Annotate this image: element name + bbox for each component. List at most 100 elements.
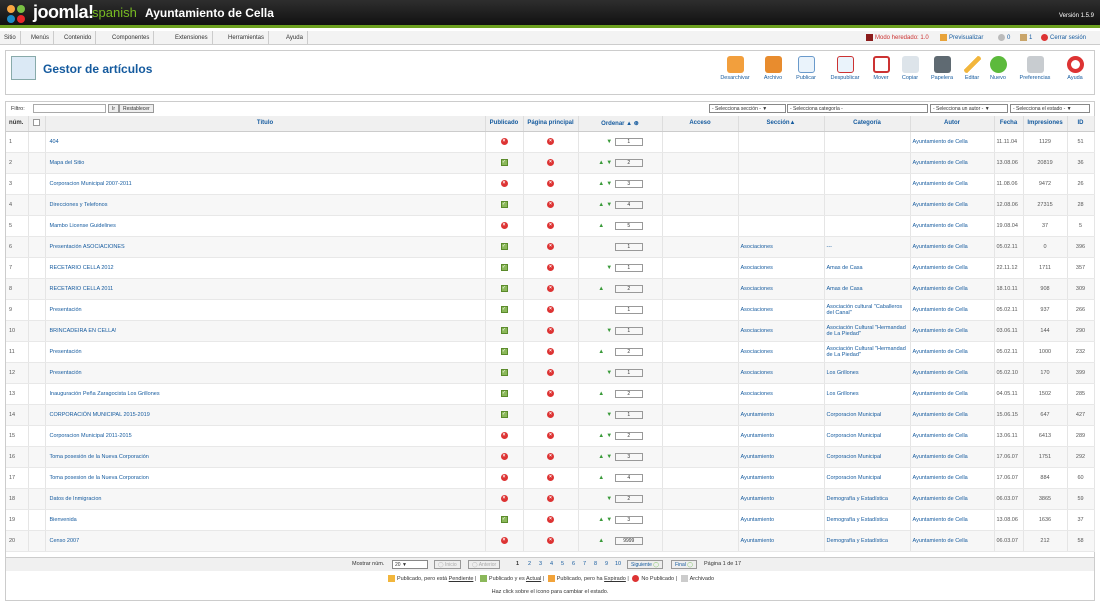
not-frontpage-icon[interactable]: ×: [547, 453, 554, 460]
col-title[interactable]: Título: [45, 116, 486, 132]
row-checkbox[interactable]: [28, 530, 46, 552]
access-cell[interactable]: [662, 278, 739, 300]
unpublished-icon[interactable]: ×: [500, 474, 508, 481]
frontpage-toggle[interactable]: ×: [523, 257, 579, 279]
order-input[interactable]: 2: [614, 431, 643, 440]
end-button[interactable]: Final ◯: [671, 560, 697, 569]
order-input[interactable]: 2: [614, 158, 643, 167]
row-checkbox[interactable]: [28, 278, 46, 300]
page-7[interactable]: 7: [583, 561, 586, 567]
published-toggle[interactable]: ✓: [485, 509, 524, 531]
section-link[interactable]: [738, 152, 825, 174]
menu-ayuda[interactable]: Ayuda: [282, 31, 308, 45]
frontpage-toggle[interactable]: ×: [523, 278, 579, 300]
author-link[interactable]: Ayuntamiento de Cella: [910, 530, 995, 552]
frontpage-toggle[interactable]: ×: [523, 467, 579, 489]
frontpage-toggle[interactable]: ×: [523, 215, 579, 237]
row-checkbox[interactable]: [28, 257, 46, 279]
published-toggle[interactable]: ✓: [485, 299, 524, 321]
access-cell[interactable]: [662, 194, 739, 216]
published-icon[interactable]: ✓: [500, 243, 508, 250]
article-title-link[interactable]: 404: [45, 131, 486, 153]
published-toggle[interactable]: ×: [485, 446, 524, 468]
row-checkbox[interactable]: [28, 404, 46, 426]
section-link[interactable]: [738, 194, 825, 216]
article-title-link[interactable]: CORPORACIÓN MUNICIPAL 2015-2019: [45, 404, 486, 426]
row-checkbox[interactable]: [28, 362, 46, 384]
not-frontpage-icon[interactable]: ×: [547, 474, 554, 481]
new-button[interactable]: Nuevo: [987, 56, 1009, 90]
article-title-link[interactable]: Presentación: [45, 362, 486, 384]
section-link[interactable]: Ayuntamiento: [738, 404, 825, 426]
edit-button[interactable]: Editar: [961, 56, 983, 90]
not-frontpage-icon[interactable]: ×: [547, 306, 554, 313]
category-link[interactable]: [824, 131, 911, 153]
published-icon[interactable]: ✓: [500, 348, 508, 355]
author-link[interactable]: Ayuntamiento de Cella: [910, 341, 995, 363]
section-link[interactable]: Asociaciones: [738, 341, 825, 363]
order-down-icon[interactable]: ▼: [605, 496, 613, 502]
published-icon[interactable]: ✓: [500, 369, 508, 376]
row-checkbox[interactable]: [28, 152, 46, 174]
category-link[interactable]: Demografía y Estadística: [824, 509, 911, 531]
legacy-mode[interactable]: Modo heredado: 1.0: [866, 31, 929, 45]
archive-button[interactable]: Archivo: [760, 56, 786, 90]
not-frontpage-icon[interactable]: ×: [547, 390, 554, 397]
access-cell[interactable]: [662, 446, 739, 468]
section-link[interactable]: Ayuntamiento: [738, 509, 825, 531]
row-checkbox[interactable]: [28, 341, 46, 363]
published-toggle[interactable]: ✓: [485, 404, 524, 426]
frontpage-toggle[interactable]: ×: [523, 362, 579, 384]
frontpage-toggle[interactable]: ×: [523, 173, 579, 195]
category-link[interactable]: ---: [824, 236, 911, 258]
order-input[interactable]: 1: [614, 263, 643, 272]
not-frontpage-icon[interactable]: ×: [547, 348, 554, 355]
author-link[interactable]: Ayuntamiento de Cella: [910, 194, 995, 216]
category-link[interactable]: [824, 194, 911, 216]
order-input[interactable]: 9999: [614, 536, 643, 545]
section-link[interactable]: Asociaciones: [738, 257, 825, 279]
order-down-icon[interactable]: ▼: [605, 139, 613, 145]
author-link[interactable]: Ayuntamiento de Cella: [910, 383, 995, 405]
published-toggle[interactable]: ×: [485, 215, 524, 237]
category-link[interactable]: Amas de Casa: [824, 278, 911, 300]
category-link[interactable]: Corporacion Municipal: [824, 425, 911, 447]
frontpage-toggle[interactable]: ×: [523, 509, 579, 531]
unpublished-icon[interactable]: ×: [500, 453, 508, 460]
prev-button[interactable]: ◯ Anterior: [468, 560, 501, 569]
published-toggle[interactable]: ✓: [485, 257, 524, 279]
access-cell[interactable]: [662, 488, 739, 510]
published-toggle[interactable]: ✓: [485, 152, 524, 174]
filter-reset-button[interactable]: Restablecer: [119, 104, 154, 113]
order-up-icon[interactable]: ▲: [597, 433, 605, 439]
author-link[interactable]: Ayuntamiento de Cella: [910, 173, 995, 195]
category-link[interactable]: Los Grillones: [824, 383, 911, 405]
author-link[interactable]: Ayuntamiento de Cella: [910, 425, 995, 447]
row-checkbox[interactable]: [28, 173, 46, 195]
order-input[interactable]: 4: [614, 200, 643, 209]
order-down-icon[interactable]: ▼: [605, 454, 613, 460]
col-section[interactable]: Sección▲: [738, 116, 825, 132]
row-checkbox[interactable]: [28, 215, 46, 237]
article-title-link[interactable]: Inauguración Peña Zaragocista Los Grillo…: [45, 383, 486, 405]
not-frontpage-icon[interactable]: ×: [547, 264, 554, 271]
published-icon[interactable]: ✓: [500, 264, 508, 271]
published-icon[interactable]: ✓: [500, 306, 508, 313]
section-link[interactable]: Ayuntamiento: [738, 467, 825, 489]
row-checkbox[interactable]: [28, 467, 46, 489]
frontpage-toggle[interactable]: ×: [523, 530, 579, 552]
order-input[interactable]: 1: [614, 326, 643, 335]
section-link[interactable]: Asociaciones: [738, 299, 825, 321]
order-down-icon[interactable]: ▼: [605, 202, 613, 208]
col-frontpage[interactable]: Página principal: [523, 116, 579, 132]
published-toggle[interactable]: ✓: [485, 383, 524, 405]
page-4[interactable]: 4: [550, 561, 553, 567]
unpublish-button[interactable]: Despublicar: [826, 56, 864, 90]
unpublished-icon[interactable]: ×: [500, 537, 508, 544]
row-checkbox[interactable]: [28, 194, 46, 216]
order-down-icon[interactable]: ▼: [605, 412, 613, 418]
article-title-link[interactable]: Mapa del Sitio: [45, 152, 486, 174]
author-link[interactable]: Ayuntamiento de Cella: [910, 236, 995, 258]
access-cell[interactable]: [662, 299, 739, 321]
order-input[interactable]: 1: [614, 305, 643, 314]
